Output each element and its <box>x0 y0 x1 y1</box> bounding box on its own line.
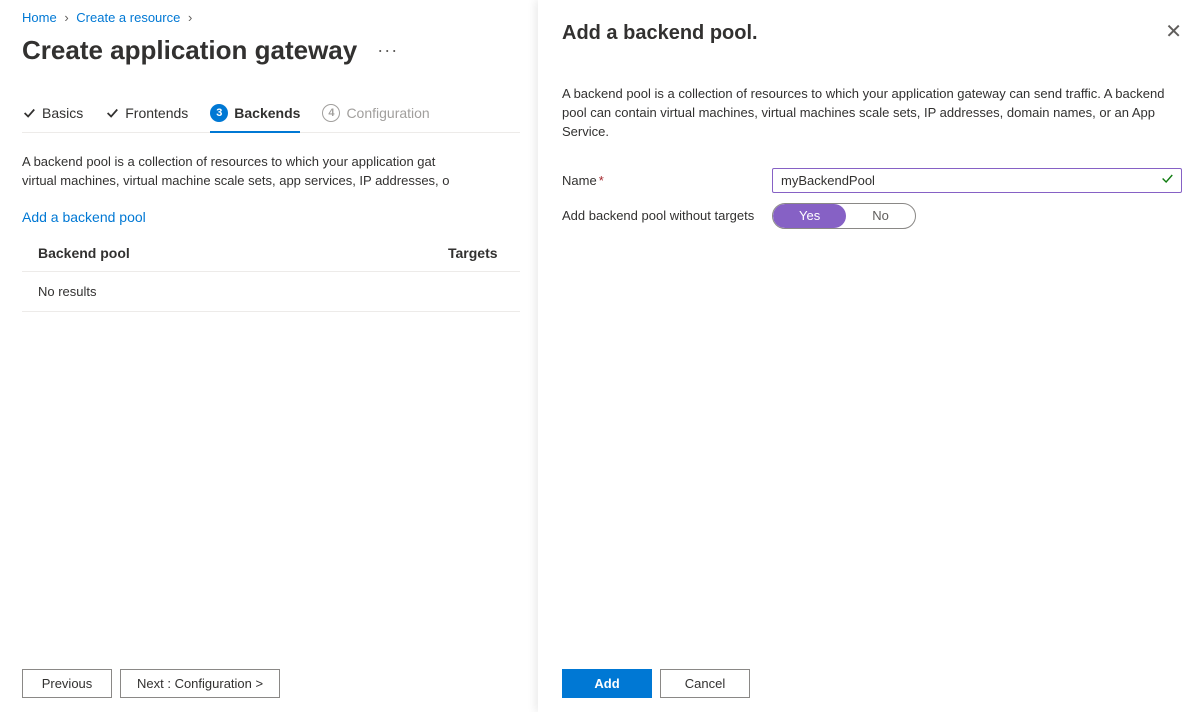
step-label: Configuration <box>346 105 429 121</box>
form-row-without-targets: Add backend pool without targets Yes No <box>562 203 1182 229</box>
step-number-badge: 4 <box>322 104 340 122</box>
name-control <box>772 168 1182 193</box>
check-icon <box>22 106 36 120</box>
col-header-pool: Backend pool <box>38 245 448 261</box>
table-header: Backend pool Targets <box>22 237 520 272</box>
desc-line: virtual machines, virtual machine scale … <box>22 172 520 191</box>
panel-footer: Add Cancel <box>562 669 750 698</box>
page-title: Create application gateway <box>22 35 357 66</box>
add-backend-pool-link[interactable]: Add a backend pool <box>22 209 146 225</box>
wizard-steps: Basics Frontends 3 Backends 4 Configurat… <box>22 104 520 133</box>
chevron-right-icon: › <box>188 10 192 25</box>
toggle-no[interactable]: No <box>846 204 915 228</box>
toggle-yes[interactable]: Yes <box>773 204 846 228</box>
table-row-empty: No results <box>22 272 520 312</box>
next-button[interactable]: Next : Configuration > <box>120 669 280 698</box>
add-button[interactable]: Add <box>562 669 652 698</box>
chevron-right-icon: › <box>64 10 68 25</box>
without-targets-label: Add backend pool without targets <box>562 203 772 223</box>
step-configuration: 4 Configuration <box>322 104 429 132</box>
step-number-badge: 3 <box>210 104 228 122</box>
check-icon <box>105 106 119 120</box>
panel-title: Add a backend pool. <box>562 22 758 45</box>
step-backends[interactable]: 3 Backends <box>210 104 300 132</box>
without-targets-control: Yes No <box>772 203 1182 229</box>
without-targets-toggle[interactable]: Yes No <box>772 203 916 229</box>
required-asterisk: * <box>599 173 604 188</box>
breadcrumb: Home › Create a resource › <box>22 10 520 25</box>
desc-line: A backend pool is a collection of resour… <box>22 153 520 172</box>
cancel-button[interactable]: Cancel <box>660 669 750 698</box>
step-frontends[interactable]: Frontends <box>105 105 188 131</box>
add-backend-pool-panel: Add a backend pool. ✕ A backend pool is … <box>538 0 1200 712</box>
wizard-footer: Previous Next : Configuration > <box>22 669 280 698</box>
step-label: Frontends <box>125 105 188 121</box>
label-text: Name <box>562 173 597 188</box>
step-label: Basics <box>42 105 83 121</box>
page-title-row: Create application gateway ··· <box>22 35 520 66</box>
valid-check-icon <box>1160 172 1174 189</box>
step-basics[interactable]: Basics <box>22 105 83 131</box>
col-header-targets: Targets <box>448 245 520 261</box>
previous-button[interactable]: Previous <box>22 669 112 698</box>
breadcrumb-home[interactable]: Home <box>22 10 57 25</box>
name-input[interactable] <box>772 168 1182 193</box>
name-label: Name* <box>562 168 772 188</box>
main-description: A backend pool is a collection of resour… <box>22 153 520 191</box>
breadcrumb-create-resource[interactable]: Create a resource <box>76 10 180 25</box>
panel-header: Add a backend pool. ✕ <box>562 22 1182 45</box>
panel-description: A backend pool is a collection of resour… <box>562 85 1182 142</box>
close-icon[interactable]: ✕ <box>1165 22 1182 42</box>
more-icon[interactable]: ··· <box>371 36 404 65</box>
main-pane: Home › Create a resource › Create applic… <box>0 0 520 712</box>
form-row-name: Name* <box>562 168 1182 193</box>
step-label: Backends <box>234 105 300 121</box>
